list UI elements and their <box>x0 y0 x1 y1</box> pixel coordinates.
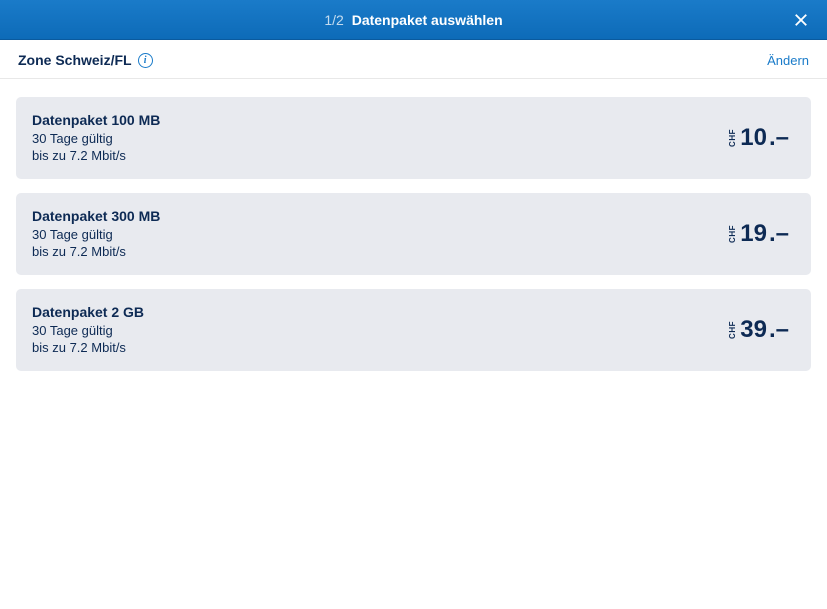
price-suffix: .– <box>769 316 789 344</box>
price-currency: CHF <box>728 225 737 243</box>
package-name: Datenpaket 100 MB <box>32 111 160 130</box>
package-info: Datenpaket 100 MB 30 Tage gültig bis zu … <box>32 111 160 165</box>
price-suffix: .– <box>769 124 789 152</box>
change-zone-link[interactable]: Ändern <box>767 53 809 68</box>
package-validity: 30 Tage gültig <box>32 226 160 244</box>
price-amount: 39 <box>740 316 767 344</box>
zone-bar: Zone Schweiz/FL i Ändern <box>0 40 827 79</box>
price-amount: 19 <box>740 220 767 248</box>
package-price: CHF 39 .– <box>728 316 789 344</box>
package-name: Datenpaket 300 MB <box>32 207 160 226</box>
package-name: Datenpaket 2 GB <box>32 303 144 322</box>
price-suffix: .– <box>769 220 789 248</box>
package-validity: 30 Tage gültig <box>32 322 144 340</box>
close-icon <box>792 11 810 29</box>
package-price: CHF 10 .– <box>728 124 789 152</box>
zone-left: Zone Schweiz/FL i <box>18 52 153 68</box>
package-speed: bis zu 7.2 Mbit/s <box>32 147 160 165</box>
package-price: CHF 19 .– <box>728 220 789 248</box>
price-currency: CHF <box>728 129 737 147</box>
header-title: 1/2 Datenpaket auswählen <box>324 12 502 28</box>
package-speed: bis zu 7.2 Mbit/s <box>32 243 160 261</box>
package-list: Datenpaket 100 MB 30 Tage gültig bis zu … <box>0 79 827 381</box>
info-icon[interactable]: i <box>138 53 153 68</box>
price-amount: 10 <box>740 124 767 152</box>
close-button[interactable] <box>789 8 813 32</box>
package-speed: bis zu 7.2 Mbit/s <box>32 339 144 357</box>
zone-label: Zone Schweiz/FL <box>18 52 132 68</box>
package-card[interactable]: Datenpaket 100 MB 30 Tage gültig bis zu … <box>16 97 811 179</box>
package-validity: 30 Tage gültig <box>32 130 160 148</box>
step-indicator: 1/2 <box>324 12 343 28</box>
header-text: Datenpaket auswählen <box>352 12 503 28</box>
package-info: Datenpaket 300 MB 30 Tage gültig bis zu … <box>32 207 160 261</box>
package-card[interactable]: Datenpaket 2 GB 30 Tage gültig bis zu 7.… <box>16 289 811 371</box>
dialog-header: 1/2 Datenpaket auswählen <box>0 0 827 40</box>
package-card[interactable]: Datenpaket 300 MB 30 Tage gültig bis zu … <box>16 193 811 275</box>
price-currency: CHF <box>728 321 737 339</box>
package-info: Datenpaket 2 GB 30 Tage gültig bis zu 7.… <box>32 303 144 357</box>
